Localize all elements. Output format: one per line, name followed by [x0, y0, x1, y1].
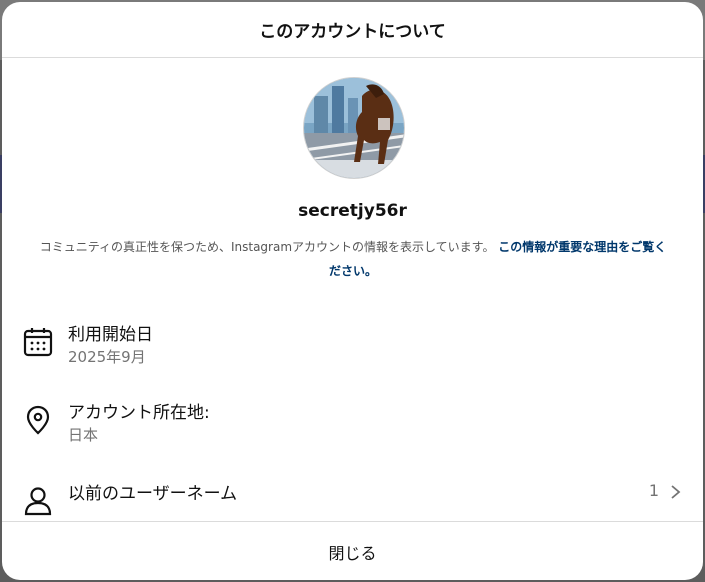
dialog-title: このアカウントについて	[2, 2, 703, 58]
close-button[interactable]: 閉じる	[2, 521, 703, 580]
about-account-dialog: このアカウントについて secretjy56r コミュニティの真正性を保つため、…	[2, 2, 703, 580]
account-location-label: アカウント所在地:	[68, 403, 210, 423]
joined-date-value: 2025年9月	[68, 348, 146, 366]
chevron-right-icon	[671, 485, 681, 499]
account-location-value: 日本	[68, 426, 99, 444]
joined-date-row: 利用開始日 2025年9月	[22, 320, 687, 372]
profile-avatar	[303, 77, 405, 179]
horse-photo	[304, 78, 404, 178]
account-location-row: アカウント所在地: 日本	[22, 398, 687, 450]
former-usernames-label: 以前のユーザーネーム	[68, 484, 238, 504]
former-usernames-count: 1	[648, 481, 659, 500]
calendar-icon	[23, 328, 53, 357]
person-icon	[24, 487, 52, 516]
joined-date-label: 利用開始日	[68, 325, 153, 345]
description-text: コミュニティの真正性を保つため、Instagramアカウントの情報を表示していま…	[39, 240, 495, 254]
location-pin-icon	[26, 405, 50, 435]
account-username: secretjy56r	[298, 201, 407, 221]
account-description: コミュニティの真正性を保つため、Instagramアカウントの情報を表示していま…	[38, 235, 668, 283]
